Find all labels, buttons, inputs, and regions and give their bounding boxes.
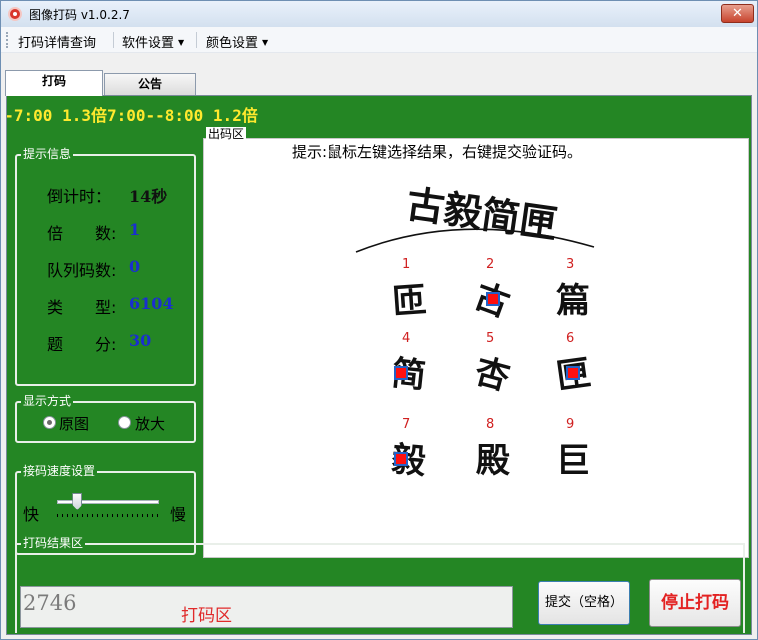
marquee: 0--7:00 1.3倍7:00--8:00 1.2倍 xyxy=(7,100,751,124)
stop-button-label: 停止打码 xyxy=(661,593,729,613)
captcha-option[interactable]: 杏 xyxy=(470,343,516,399)
info-group: 提示信息 倒计时： 14秒倍 数: 1 队列码数: 0 类 型: 6104 题 分: 30 xyxy=(15,147,196,386)
radio-zoom[interactable] xyxy=(118,416,131,429)
menu-item-label: 软件设置 xyxy=(122,36,175,51)
selection-marker xyxy=(566,366,580,380)
app-icon xyxy=(8,7,22,21)
captcha-option[interactable]: 匝 xyxy=(390,272,428,323)
tab-captcha[interactable]: 打码 xyxy=(5,70,103,96)
info-label: 队列码数: xyxy=(47,261,117,280)
captcha-image: 古毅简匣 xyxy=(355,181,595,253)
stop-button[interactable]: 停止打码 xyxy=(649,579,741,627)
window-title: 图像打码 v1.0.2.7 xyxy=(29,8,130,22)
captcha-option[interactable]: 殿 xyxy=(476,433,510,482)
cell-number: 7 xyxy=(402,417,411,432)
cell-number: 4 xyxy=(402,331,411,346)
captcha-text: 古毅简匣 xyxy=(404,181,561,247)
menu-separator xyxy=(196,32,197,48)
radio-original-label: 原图 xyxy=(59,415,90,433)
selection-marker xyxy=(394,452,408,466)
tab-label: 公告 xyxy=(137,77,162,91)
cell-number: 3 xyxy=(566,257,575,272)
info-label: 倍 数: xyxy=(47,224,117,243)
app-window: 图像打码 v1.0.2.7 ✕ 打码详情查询 软件设置 ▼ 颜色设置 ▼ 打码 公告… xyxy=(0,0,758,640)
radio-original[interactable] xyxy=(43,416,56,429)
menu-bar: 打码详情查询 软件设置 ▼ 颜色设置 ▼ xyxy=(1,27,757,53)
menu-item-detail-query[interactable]: 打码详情查询 xyxy=(18,32,96,51)
info-value: 1 xyxy=(129,220,141,239)
info-value: 0 xyxy=(129,257,141,276)
info-value: 14秒 xyxy=(129,187,168,206)
info-value: 6104 xyxy=(129,294,174,313)
result-value: 2746 xyxy=(23,591,77,615)
submit-button[interactable]: 提交（空格） xyxy=(538,581,630,625)
info-label: 题 分: xyxy=(47,335,117,354)
captcha-board[interactable]: 出码区 提示:鼠标左键选择结果，右键提交验证码。 古毅简匣 1匝2古3篇4简5杏… xyxy=(203,127,749,558)
close-button[interactable]: ✕ xyxy=(721,4,754,23)
speed-slider-thumb[interactable] xyxy=(72,493,83,510)
result-group-title: 打码结果区 xyxy=(21,536,86,550)
result-area-label: 打码区 xyxy=(181,606,232,626)
board-hint: 提示:鼠标左键选择结果，右键提交验证码。 xyxy=(292,143,583,161)
radio-zoom-label: 放大 xyxy=(135,415,166,433)
info-value: 30 xyxy=(129,331,152,350)
menu-item-label: 打码详情查询 xyxy=(18,36,97,51)
client-area: 打码 公告 0--7:00 1.3倍7:00--8:00 1.2倍 提示信息 倒… xyxy=(1,53,757,639)
display-mode-title: 显示方式 xyxy=(21,394,74,408)
menu-grip xyxy=(6,32,9,48)
info-group-title: 提示信息 xyxy=(21,147,74,161)
cell-number: 1 xyxy=(402,257,411,272)
board-title: 出码区 xyxy=(206,127,247,141)
cell-number: 9 xyxy=(566,417,575,432)
menu-separator xyxy=(113,32,114,48)
caret-down-icon: ▼ xyxy=(178,38,185,47)
tab-notice[interactable]: 公告 xyxy=(104,73,196,95)
menu-item-color-settings[interactable]: 颜色设置 ▼ xyxy=(206,32,268,51)
cell-number: 6 xyxy=(566,331,575,346)
menu-item-software-settings[interactable]: 软件设置 ▼ xyxy=(122,32,184,51)
tab-label: 打码 xyxy=(41,74,66,88)
selection-marker xyxy=(486,292,500,306)
menu-item-label: 颜色设置 xyxy=(206,36,259,51)
selection-marker xyxy=(394,366,408,380)
info-label: 类 型: xyxy=(47,298,117,317)
speed-fast-label: 快 xyxy=(23,505,40,524)
cell-number: 8 xyxy=(486,417,495,432)
caret-down-icon: ▼ xyxy=(262,38,269,47)
captcha-option[interactable]: 篇 xyxy=(556,273,590,322)
info-label: 倒计时： xyxy=(47,187,112,206)
submit-button-label: 提交（空格） xyxy=(544,595,623,610)
captcha-option[interactable]: 巨 xyxy=(556,433,590,482)
marquee-text: 0--7:00 1.3倍7:00--8:00 1.2倍 xyxy=(7,106,258,124)
display-mode-group: 显示方式 原图 放大 xyxy=(15,394,196,443)
result-input[interactable]: 2746 xyxy=(20,586,513,628)
slider-ticks xyxy=(57,514,159,517)
speed-group-title: 接码速度设置 xyxy=(21,464,98,478)
main-panel: 0--7:00 1.3倍7:00--8:00 1.2倍 提示信息 倒计时： 14秒… xyxy=(6,95,752,635)
close-icon: ✕ xyxy=(732,6,743,21)
title-bar: 图像打码 v1.0.2.7 ✕ xyxy=(1,1,757,27)
speed-slow-label: 慢 xyxy=(170,505,187,524)
